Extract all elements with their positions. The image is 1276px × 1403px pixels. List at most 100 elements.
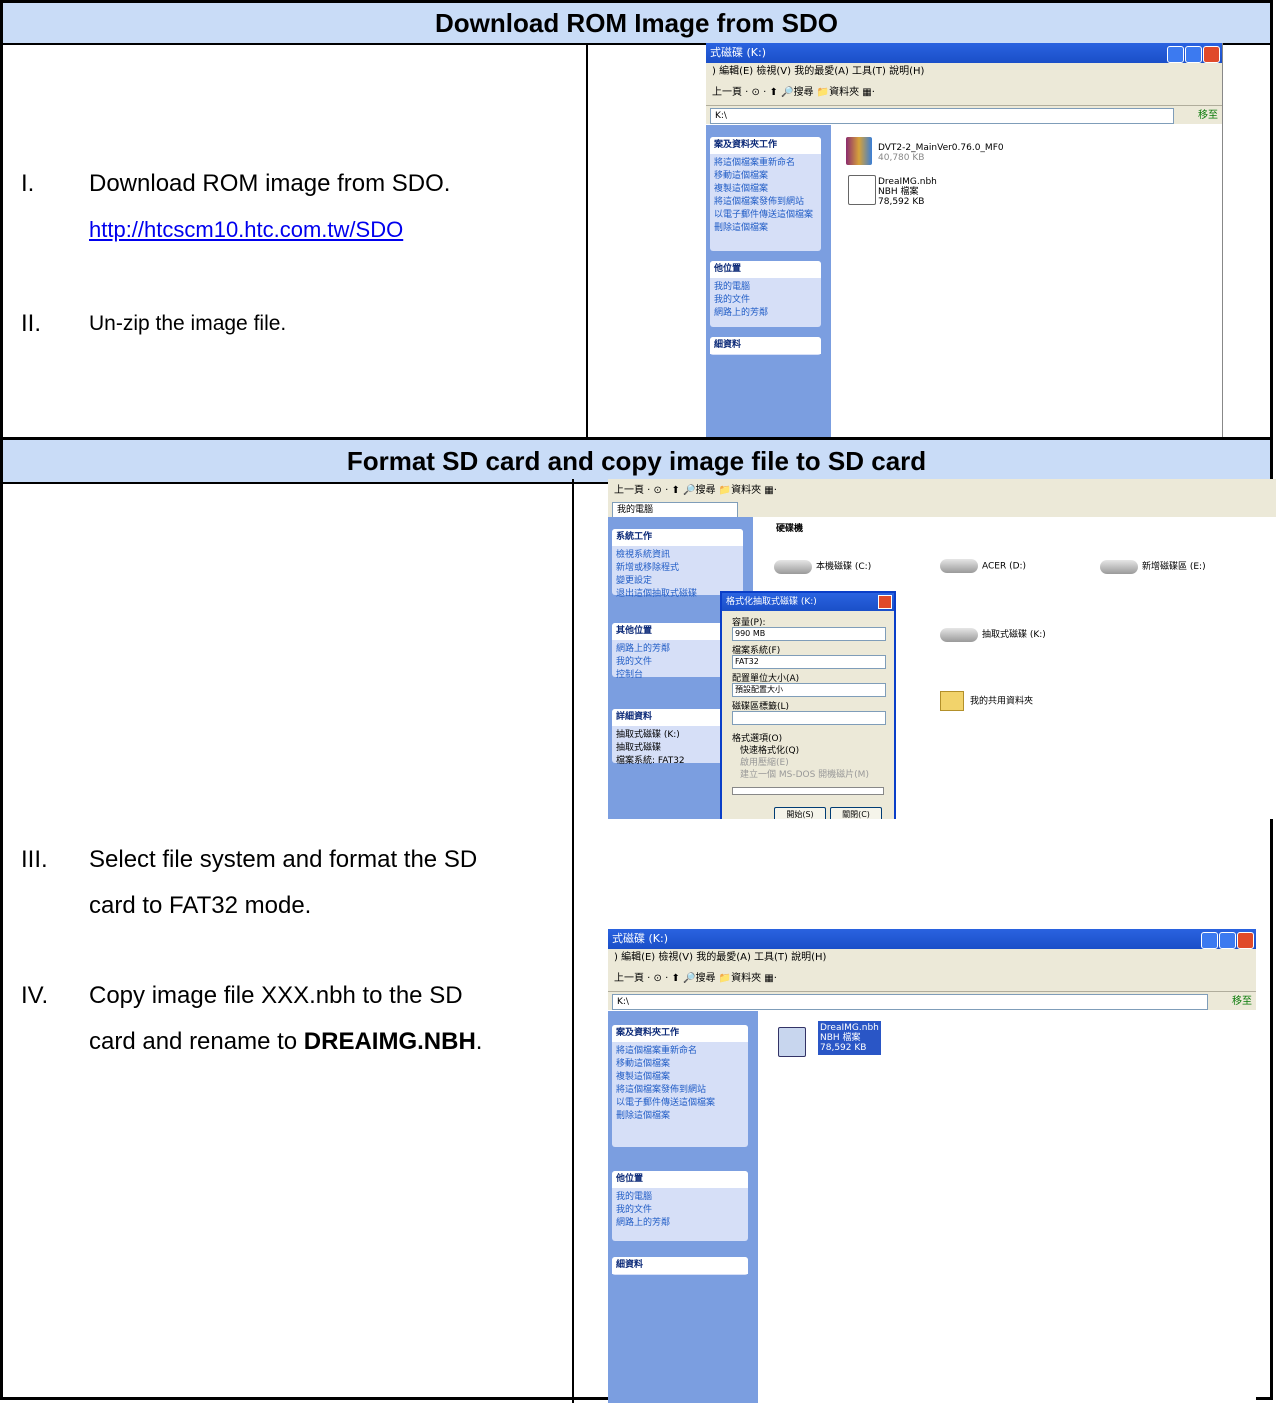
step-2: II. Un-zip the image file. [21, 301, 286, 348]
drive-k: 抽取式磁碟 (K:) [940, 627, 1046, 642]
target-filename: DREAIMG.NBH [303, 1028, 476, 1055]
progress-bar [732, 787, 884, 795]
address-bar: K:\ 移至 [706, 106, 1222, 124]
close-button: 關閉(C) [830, 807, 882, 819]
address-bar: 我的電腦 [608, 501, 1276, 518]
nbh-file-icon [848, 175, 876, 205]
folder-icon [940, 691, 964, 711]
step-number: IV. [21, 982, 49, 1009]
format-dialog: 格式化抽取式磁碟 (K:) 容量(P): 990 MB 檔案系統(F) FAT3… [720, 591, 896, 819]
place-item: 我的文件 [616, 1205, 653, 1215]
start-button: 開始(S) [774, 807, 826, 819]
maximize-icon [1219, 932, 1236, 949]
close-icon [1237, 932, 1254, 949]
maximize-icon [1185, 46, 1202, 63]
place-item: 我的電腦 [714, 282, 751, 292]
task-item: 將這個檔案發佈到網站 [714, 197, 805, 207]
column-divider [572, 479, 574, 1403]
task-item: 檢視系統資訊 [616, 550, 671, 560]
file-tasks-panel: 案及資料夾工作 將這個檔案重新命名 移動這個檔案 複製這個檔案 將這個檔案發佈到… [710, 137, 821, 251]
address-field: 我的電腦 [612, 502, 738, 518]
drive-icon [940, 559, 978, 573]
drive-e: 新增磁碟區 (E:) [1100, 559, 1206, 574]
task-item: 以電子郵件傳送這個檔案 [616, 1098, 716, 1108]
other-places-panel: 他位置 我的電腦 我的文件 網路上的芳鄰 [612, 1171, 748, 1241]
dialog-title: 格式化抽取式磁碟 (K:) [722, 593, 894, 611]
minimize-icon [1167, 46, 1184, 63]
task-item: 刪除這個檔案 [714, 223, 769, 233]
details-panel: 細資料 [710, 337, 821, 355]
sdo-link[interactable]: http://htcscm10.htc.com.tw/SDO [89, 217, 403, 242]
step-text: card to FAT32 mode. [89, 892, 312, 919]
panel-title: 案及資料夾工作 [710, 137, 821, 154]
selected-file-label: DreaIMG.nbh NBH 檔案 78,592 KB [818, 1021, 881, 1055]
task-item: 將這個檔案重新命名 [616, 1046, 698, 1056]
task-item: 移動這個檔案 [714, 171, 769, 181]
drive-c: 本機磁碟 (C:) [774, 559, 871, 574]
window-titlebar: 式磁碟 (K:) [706, 43, 1222, 63]
nbh-file-icon [778, 1027, 806, 1057]
panel-title: 案及資料夾工作 [612, 1025, 748, 1042]
drive-icon [940, 627, 978, 642]
window-titlebar: 式磁碟 (K:) [608, 929, 1256, 949]
step-text: . [475, 1028, 483, 1055]
shared-folder: 我的共用資料夾 [940, 691, 1033, 711]
minimize-icon [1201, 932, 1218, 949]
capacity-select: 990 MB [732, 627, 886, 641]
drive-icon [1100, 559, 1138, 574]
close-icon [878, 595, 892, 609]
section-heading-download: Download ROM Image from SDO [3, 3, 1270, 45]
task-item: 以電子郵件傳送這個檔案 [714, 210, 814, 220]
panel-title: 細資料 [612, 1257, 748, 1274]
boot-disk-option: 建立一個 MS-DOS 開機磁片(M) [740, 770, 869, 780]
volume-input [732, 711, 886, 725]
panel-title: 細資料 [710, 337, 821, 354]
document-table: Download ROM Image from SDO I. Download R… [0, 0, 1276, 1403]
drive-d: ACER (D:) [940, 559, 1026, 573]
task-item: 複製這個檔案 [714, 184, 769, 194]
toolbar: 上一頁 · ⊙ · ⬆ 🔎搜尋 📁資料夾 ▦· [706, 81, 1222, 106]
explorer-screenshot-k-drive: 式磁碟 (K:) ) 編輯(E) 檢視(V) 我的最愛(A) 工具(T) 說明(… [706, 43, 1223, 437]
task-item: 移動這個檔案 [616, 1059, 671, 1069]
toolbar: 上一頁 · ⊙ · ⬆ 🔎搜尋 📁資料夾 ▦· [608, 967, 1256, 992]
group-title: 硬碟機 [776, 524, 804, 534]
step-1: I. Download ROM image from SDO. http://ht… [21, 161, 450, 253]
task-pane: 案及資料夾工作 將這個檔案重新命名 移動這個檔案 複製這個檔案 將這個檔案發佈到… [706, 125, 831, 437]
panel-title: 他位置 [710, 261, 821, 278]
column-divider [586, 43, 588, 437]
system-tasks-panel: 系統工作 檢視系統資訊 新增或移除程式 變更設定 退出這個抽取式磁碟 [612, 529, 743, 599]
address-bar: K:\ 移至 [608, 992, 1256, 1010]
task-item: 複製這個檔案 [616, 1072, 671, 1082]
place-item: 我的文件 [714, 295, 751, 305]
task-item: 新增或移除程式 [616, 563, 680, 573]
file-label: DreaIMG.nbh NBH 檔案 78,592 KB [878, 177, 937, 207]
step-text: Select file system and format the SD [89, 846, 478, 873]
close-icon [1203, 46, 1220, 63]
step-text: Copy image file XXX.nbh to the SD [89, 982, 463, 1009]
step-text: Download ROM image from SDO. [89, 170, 451, 197]
step-3: III. Select file system and format the SD… [21, 837, 477, 929]
panel-title: 他位置 [612, 1171, 748, 1188]
step-number: II. [21, 310, 42, 337]
allocation-select: 預設配置大小 [732, 683, 886, 697]
task-item: 將這個檔案發佈到網站 [616, 1085, 707, 1095]
step-text: card and rename to [89, 1028, 304, 1055]
place-item: 我的電腦 [616, 1192, 653, 1202]
section-heading-format: Format SD card and copy image file to SD… [3, 437, 1270, 484]
file-label: DVT2-2_MainVer0.76.0_MF0 40,780 KB [878, 143, 1004, 163]
place-item: 網路上的芳鄰 [616, 1218, 671, 1228]
step-4: IV. Copy image file XXX.nbh to the SD card… [21, 973, 482, 1065]
my-computer-screenshot: 上一頁 · ⊙ · ⬆ 🔎搜尋 📁資料夾 ▦· 我的電腦 系統工作 檢視系統資訊… [608, 479, 1276, 819]
go-button: 移至 [1198, 110, 1218, 121]
step-text: Un-zip the image file. [89, 312, 287, 335]
explorer-screenshot-renamed: 式磁碟 (K:) ) 編輯(E) 檢視(V) 我的最愛(A) 工具(T) 說明(… [608, 929, 1256, 1403]
menu-bar: ) 編輯(E) 檢視(V) 我的最愛(A) 工具(T) 說明(H) [706, 63, 1222, 81]
address-field: K:\ [612, 994, 1208, 1010]
zip-file-icon [846, 137, 872, 165]
address-field: K:\ [710, 108, 1174, 124]
go-button: 移至 [1232, 996, 1252, 1007]
step-number: III. [21, 846, 48, 873]
task-pane: 案及資料夾工作 將這個檔案重新命名 移動這個檔案 複製這個檔案 將這個檔案發佈到… [608, 1011, 758, 1403]
task-item: 變更設定 [616, 576, 653, 586]
menu-bar: ) 編輯(E) 檢視(V) 我的最愛(A) 工具(T) 說明(H) [608, 949, 1256, 967]
